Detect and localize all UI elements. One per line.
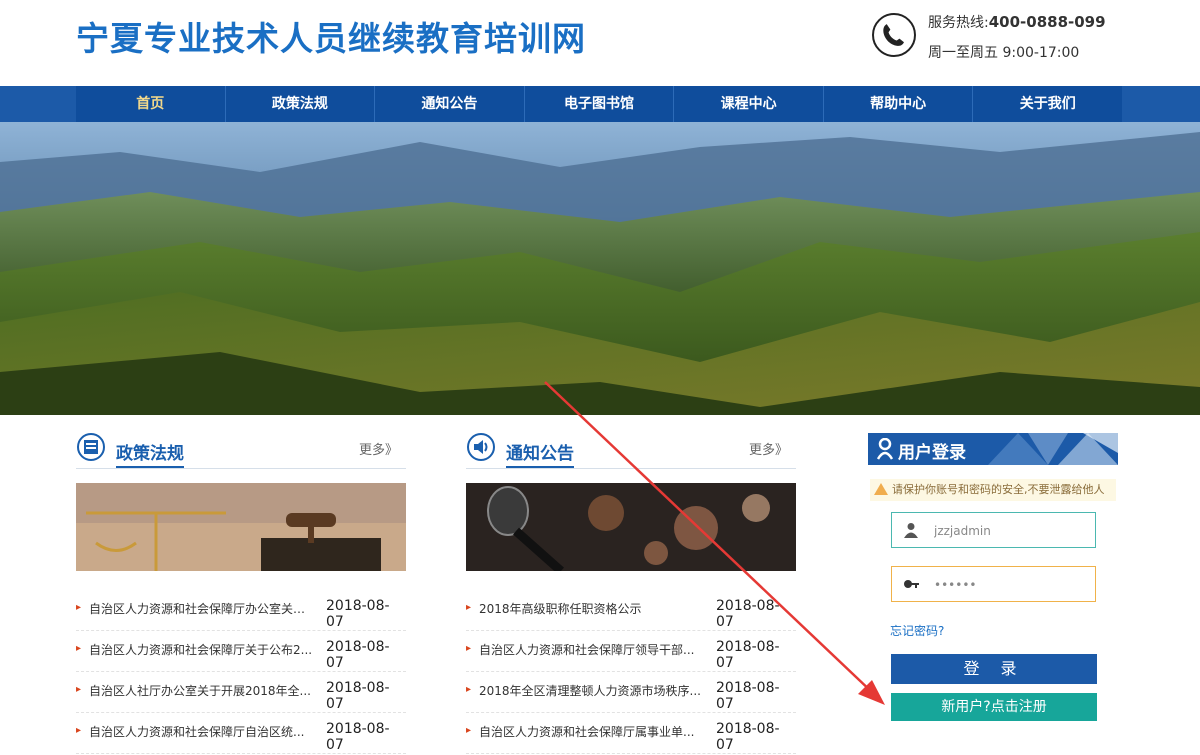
news-title[interactable]: 自治区人力资源和社会保障厅关于公布2... [89, 641, 313, 658]
notice-section: 通知公告 更多》 ▸ 2018年高级职称任职资格公示 2018-08-07 ▸ … [466, 430, 796, 754]
username-input[interactable] [932, 519, 1091, 543]
banner-image [0, 122, 1200, 415]
key-icon [904, 580, 919, 588]
bullet-icon: ▸ [76, 643, 82, 654]
header: 宁夏专业技术人员继续教育培训网 服务热线:400-0888-099 周一至周五 … [0, 0, 1200, 86]
nav-item-help[interactable]: 帮助中心 [824, 86, 974, 122]
news-title[interactable]: 2018年高级职称任职资格公示 [479, 600, 703, 617]
news-title[interactable]: 自治区人力资源和社会保障厅属事业单... [479, 723, 703, 740]
header-decoration [988, 433, 1118, 465]
news-title[interactable]: 自治区人力资源和社会保障厅自治区统... [89, 723, 313, 740]
news-title[interactable]: 自治区人社厅办公室关于开展2018年全... [89, 682, 313, 699]
forgot-password-link[interactable]: 忘记密码? [890, 622, 944, 639]
warning-icon [874, 483, 888, 495]
service-hours: 周一至周五 9:00-17:00 [928, 45, 1080, 61]
notice-header: 通知公告 更多》 [466, 430, 796, 469]
list-item[interactable]: ▸ 自治区人社厅办公室关于开展2018年全... 2018-08-07 [76, 672, 406, 713]
bullet-icon: ▸ [76, 602, 82, 613]
news-date: 2018-08-07 [716, 598, 780, 630]
bullet-icon: ▸ [76, 725, 82, 736]
site-title[interactable]: 宁夏专业技术人员继续教育培训网 [76, 12, 586, 60]
login-button[interactable]: 登 录 [891, 654, 1097, 684]
list-item[interactable]: ▸ 自治区人力资源和社会保障厅办公室关于... 2018-08-07 [76, 590, 406, 631]
nav-item-courses[interactable]: 课程中心 [674, 86, 824, 122]
speaker-icon [467, 433, 495, 461]
news-date: 2018-08-07 [716, 721, 780, 753]
nav-item-library[interactable]: 电子图书馆 [525, 86, 675, 122]
policy-news-list: ▸ 自治区人力资源和社会保障厅办公室关于... 2018-08-07 ▸ 自治区… [76, 590, 406, 754]
bullet-icon: ▸ [466, 643, 472, 654]
register-button[interactable]: 新用户?点击注册 [891, 693, 1097, 721]
news-date: 2018-08-07 [326, 598, 390, 630]
bullet-icon: ▸ [76, 684, 82, 695]
nav-item-home[interactable]: 首页 [76, 86, 226, 122]
news-title[interactable]: 2018年全区清理整顿人力资源市场秩序... [479, 682, 703, 699]
password-field[interactable] [891, 566, 1096, 602]
news-title[interactable]: 自治区人力资源和社会保障厅领导干部... [479, 641, 703, 658]
policy-title[interactable]: 政策法规 [116, 439, 184, 468]
password-input[interactable] [932, 573, 1091, 597]
news-date: 2018-08-07 [716, 639, 780, 671]
list-item[interactable]: ▸ 2018年高级职称任职资格公示 2018-08-07 [466, 590, 796, 631]
news-title[interactable]: 自治区人力资源和社会保障厅办公室关于... [89, 600, 313, 617]
warning-text: 请保护你账号和密码的安全,不要泄露给他人 [892, 483, 1105, 496]
news-date: 2018-08-07 [716, 680, 780, 712]
nav-item-notice[interactable]: 通知公告 [375, 86, 525, 122]
list-item[interactable]: ▸ 自治区人力资源和社会保障厅领导干部... 2018-08-07 [466, 631, 796, 672]
login-panel: 用户登录 请保护你账号和密码的安全,不要泄露给他人 忘记密码? 登 录 新用户?… [868, 433, 1118, 755]
notice-more-link[interactable]: 更多》 [749, 439, 788, 458]
list-item[interactable]: ▸ 自治区人力资源和社会保障厅关于公布2... 2018-08-07 [76, 631, 406, 672]
nav-item-policy[interactable]: 政策法规 [226, 86, 376, 122]
notice-news-list: ▸ 2018年高级职称任职资格公示 2018-08-07 ▸ 自治区人力资源和社… [466, 590, 796, 754]
bullet-icon: ▸ [466, 684, 472, 695]
username-field[interactable] [891, 512, 1096, 548]
main-nav: 首页 政策法规 通知公告 电子图书馆 课程中心 帮助中心 关于我们 [76, 86, 1122, 122]
document-icon [77, 433, 105, 461]
user-icon [904, 523, 918, 538]
list-item[interactable]: ▸ 自治区人力资源和社会保障厅属事业单... 2018-08-07 [466, 713, 796, 754]
news-date: 2018-08-07 [326, 680, 390, 712]
hotline-label: 服务热线: [928, 15, 989, 31]
login-header: 用户登录 [868, 433, 1118, 465]
notice-image [466, 483, 796, 575]
bullet-icon: ▸ [466, 602, 472, 613]
nav-item-about[interactable]: 关于我们 [973, 86, 1122, 122]
security-warning: 请保护你账号和密码的安全,不要泄露给他人 [870, 479, 1116, 501]
notice-title[interactable]: 通知公告 [506, 439, 574, 468]
policy-more-link[interactable]: 更多》 [359, 439, 398, 458]
hotline-number: 400-0888-099 [988, 13, 1106, 31]
list-item[interactable]: ▸ 自治区人力资源和社会保障厅自治区统... 2018-08-07 [76, 713, 406, 754]
news-date: 2018-08-07 [326, 639, 390, 671]
hotline: 服务热线:400-0888-099 [928, 12, 1106, 32]
policy-image [76, 483, 406, 571]
user-icon [876, 438, 894, 460]
policy-section: 政策法规 更多》 ▸ 自治区人力资源和社会保障厅办公室关于... 2018-08… [76, 430, 406, 754]
phone-icon [872, 13, 916, 57]
login-title: 用户登录 [898, 443, 966, 463]
list-item[interactable]: ▸ 2018年全区清理整顿人力资源市场秩序... 2018-08-07 [466, 672, 796, 713]
policy-header: 政策法规 更多》 [76, 430, 406, 469]
bullet-icon: ▸ [466, 725, 472, 736]
news-date: 2018-08-07 [326, 721, 390, 753]
